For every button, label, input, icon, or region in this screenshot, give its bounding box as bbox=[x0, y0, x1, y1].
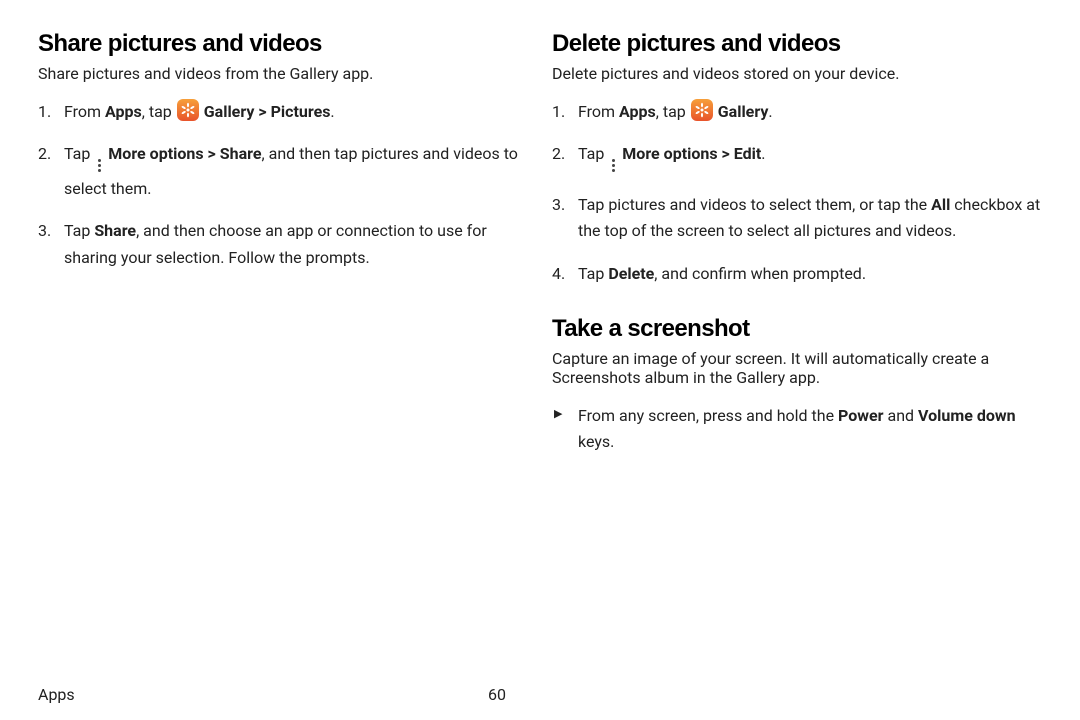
delete-step-4: Tap Delete, and confirm when prompted. bbox=[552, 261, 1042, 287]
gallery-icon bbox=[177, 99, 199, 121]
share-step-2: Tap More options > Share, and then tap p… bbox=[38, 141, 528, 202]
text: , tap bbox=[656, 102, 690, 121]
text: , tap bbox=[142, 102, 176, 121]
power-label: Power bbox=[838, 406, 884, 425]
gallery-label: Gallery bbox=[204, 102, 255, 121]
more-options-label: More options bbox=[108, 144, 203, 163]
text: , and confirm when prompted. bbox=[654, 264, 866, 283]
share-section: Share pictures and videos Share pictures… bbox=[38, 30, 528, 271]
screenshot-section: Take a screenshot Capture an image of yo… bbox=[552, 315, 1042, 456]
left-column: Share pictures and videos Share pictures… bbox=[38, 30, 528, 484]
edit-label: Edit bbox=[734, 144, 762, 163]
screenshot-intro: Capture an image of your screen. It will… bbox=[552, 349, 1042, 387]
text: Tap bbox=[578, 144, 608, 163]
delete-step-2: Tap More options > Edit. bbox=[552, 141, 1042, 176]
text: . bbox=[768, 102, 772, 121]
text: From any screen, press and hold the bbox=[578, 406, 838, 425]
all-label: All bbox=[931, 195, 950, 214]
gallery-label: Gallery bbox=[718, 102, 769, 121]
text: Tap pictures and videos to select them, … bbox=[578, 195, 931, 214]
delete-section: Delete pictures and videos Delete pictur… bbox=[552, 30, 1042, 287]
text: Tap bbox=[578, 264, 608, 283]
apps-label: Apps bbox=[619, 102, 656, 121]
share-label: Share bbox=[220, 144, 262, 163]
delete-heading: Delete pictures and videos bbox=[552, 30, 1042, 58]
delete-step-3: Tap pictures and videos to select them, … bbox=[552, 192, 1042, 245]
share-label: Share bbox=[94, 221, 136, 240]
share-steps: From Apps, tap Gallery > Pictures. Tap M… bbox=[38, 99, 528, 271]
pictures-label: Pictures bbox=[271, 102, 331, 121]
volume-down-label: Volume down bbox=[918, 406, 1016, 425]
screenshot-heading: Take a screenshot bbox=[552, 315, 1042, 343]
text: keys. bbox=[578, 432, 614, 451]
page-number: 60 bbox=[488, 685, 506, 704]
footer-section-label: Apps bbox=[38, 685, 75, 704]
text: and bbox=[884, 406, 919, 425]
separator: > bbox=[204, 144, 220, 163]
text: From bbox=[64, 102, 105, 121]
share-step-3: Tap Share, and then choose an app or con… bbox=[38, 218, 528, 271]
separator: > bbox=[254, 102, 270, 121]
gallery-icon bbox=[691, 99, 713, 121]
separator: > bbox=[718, 144, 734, 163]
more-options-icon bbox=[94, 156, 104, 176]
screenshot-bullet-1: From any screen, press and hold the Powe… bbox=[552, 403, 1042, 456]
more-options-icon bbox=[608, 156, 618, 176]
delete-step-1: From Apps, tap Gallery. bbox=[552, 99, 1042, 125]
apps-label: Apps bbox=[105, 102, 142, 121]
share-step-1: From Apps, tap Gallery > Pictures. bbox=[38, 99, 528, 125]
text: Tap bbox=[64, 144, 94, 163]
text: From bbox=[578, 102, 619, 121]
right-column: Delete pictures and videos Delete pictur… bbox=[552, 30, 1042, 484]
delete-label: Delete bbox=[608, 264, 654, 283]
more-options-label: More options bbox=[622, 144, 717, 163]
text: . bbox=[761, 144, 765, 163]
delete-steps: From Apps, tap Gallery. Tap More options… bbox=[552, 99, 1042, 287]
share-heading: Share pictures and videos bbox=[38, 30, 528, 58]
text: Tap bbox=[64, 221, 94, 240]
share-intro: Share pictures and videos from the Galle… bbox=[38, 64, 528, 83]
screenshot-bullets: From any screen, press and hold the Powe… bbox=[552, 403, 1042, 456]
text: . bbox=[330, 102, 334, 121]
delete-intro: Delete pictures and videos stored on you… bbox=[552, 64, 1042, 83]
